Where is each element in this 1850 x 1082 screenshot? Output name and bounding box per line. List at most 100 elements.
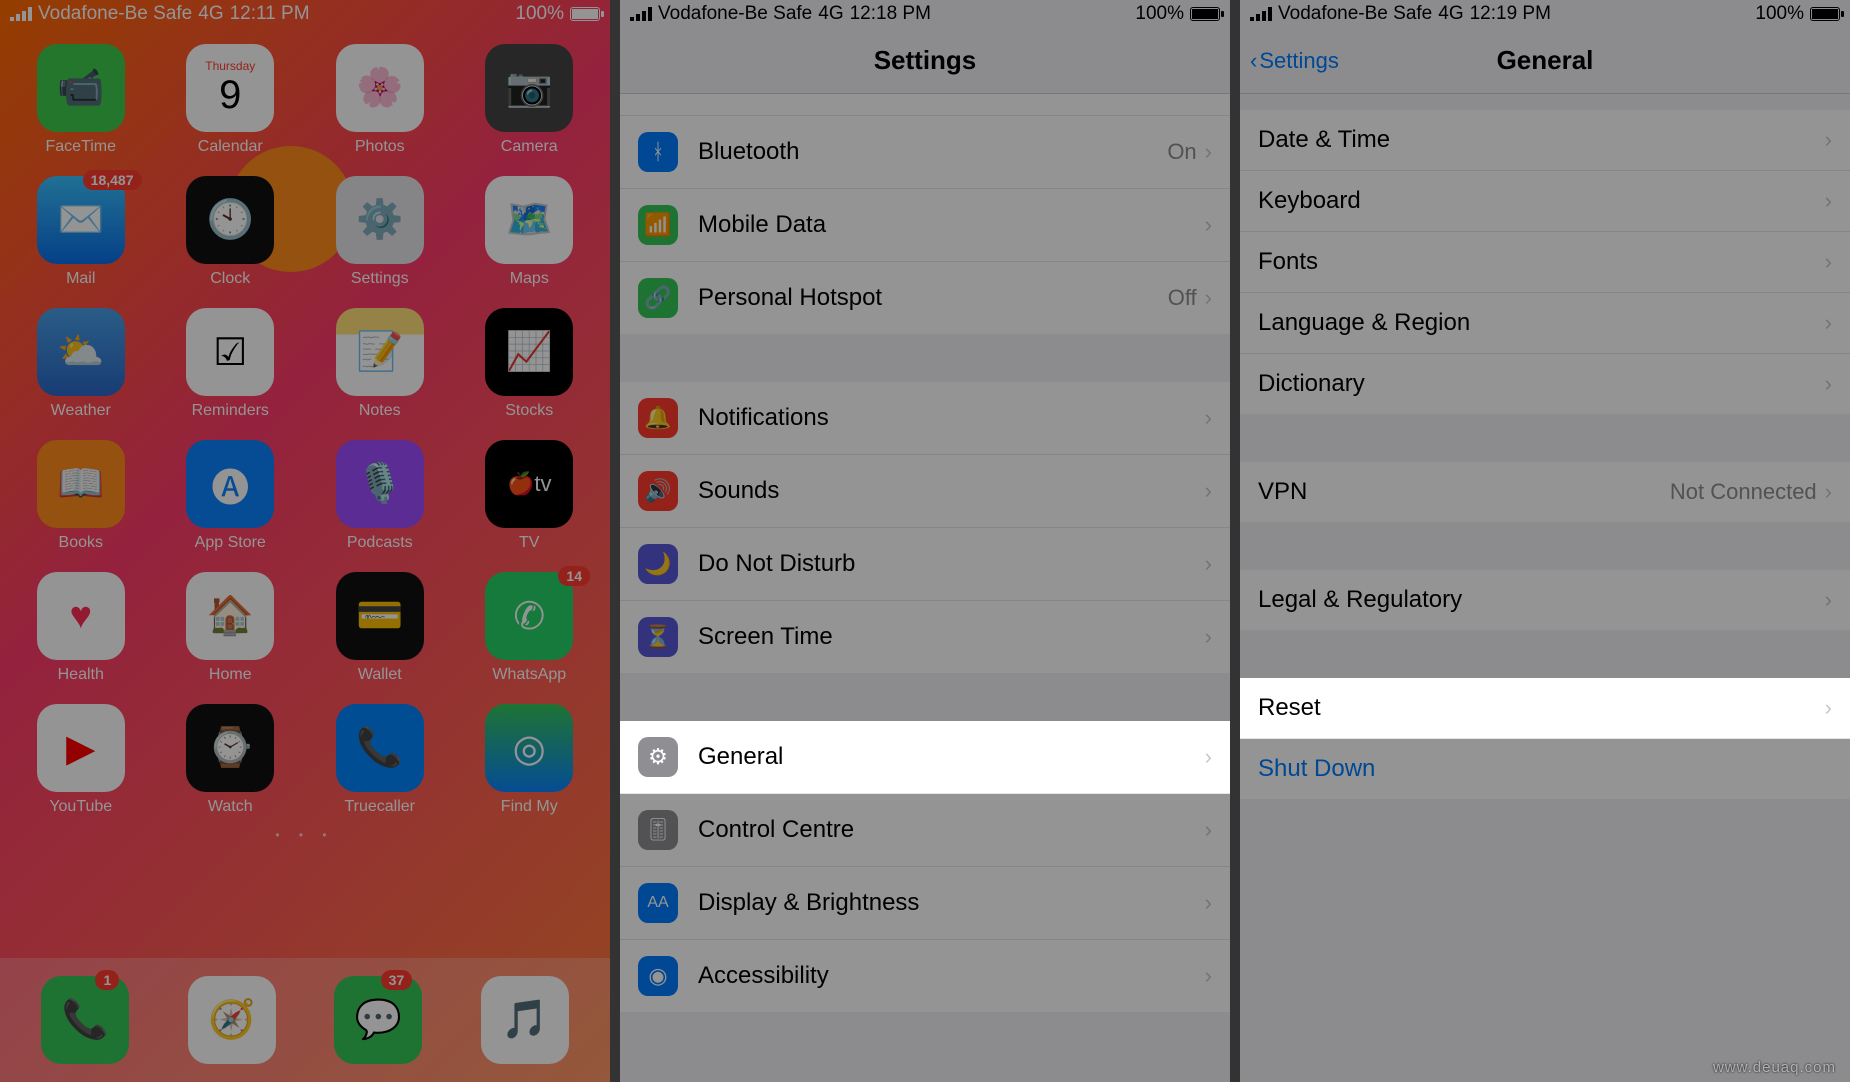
chevron-right-icon: › <box>1205 285 1212 311</box>
row-dictionary[interactable]: Dictionary› <box>1240 354 1850 414</box>
app-stocks[interactable]: 📈Stocks <box>459 308 601 420</box>
chevron-right-icon: › <box>1825 310 1832 336</box>
row-sounds[interactable]: 🔊Sounds› <box>620 455 1230 528</box>
back-button[interactable]: ‹Settings <box>1250 48 1339 74</box>
bluetooth-icon: ᚼ <box>638 132 678 172</box>
badge-mail: 18,487 <box>83 170 142 190</box>
battery-icon <box>1190 7 1220 21</box>
dock-messages[interactable]: 37💬 <box>334 976 422 1064</box>
switches-icon: 🎚 <box>638 810 678 850</box>
signal-icon <box>630 7 652 21</box>
app-settings[interactable]: ⚙️Settings <box>309 176 451 288</box>
battery-pct: 100% <box>1135 3 1184 25</box>
row-legal-regulatory[interactable]: Legal & Regulatory› <box>1240 570 1850 630</box>
battery-icon <box>570 7 600 21</box>
chevron-right-icon: › <box>1205 890 1212 916</box>
app-reminders[interactable]: ☑︎Reminders <box>160 308 302 420</box>
row-keyboard[interactable]: Keyboard› <box>1240 171 1850 232</box>
statusbar: Vodafone-Be Safe 4G 12:11 PM 100% <box>0 0 610 28</box>
row-fonts[interactable]: Fonts› <box>1240 232 1850 293</box>
app-whatsapp[interactable]: 14✆WhatsApp <box>459 572 601 684</box>
network: 4G <box>198 3 223 25</box>
app-truecaller[interactable]: 📞Truecaller <box>309 704 451 816</box>
app-appstore[interactable]: 🅐App Store <box>160 440 302 552</box>
battery-icon <box>1810 7 1840 21</box>
signal-icon <box>10 7 32 21</box>
row-accessibility[interactable]: ◉Accessibility› <box>620 940 1230 1012</box>
screen-settings: Vodafone-Be Safe 4G 12:18 PM 100% Settin… <box>620 0 1230 1082</box>
badge-phone: 1 <box>95 970 119 990</box>
app-photos[interactable]: 🌸Photos <box>309 44 451 156</box>
chevron-right-icon: › <box>1825 587 1832 613</box>
app-weather[interactable]: ⛅Weather <box>10 308 152 420</box>
row-control-centre[interactable]: 🎚Control Centre› <box>620 794 1230 867</box>
row-vpn[interactable]: VPNNot Connected› <box>1240 462 1850 522</box>
badge-whatsapp: 14 <box>558 566 590 586</box>
dock-phone[interactable]: 1📞 <box>41 976 129 1064</box>
app-watch[interactable]: ⌚Watch <box>160 704 302 816</box>
network: 4G <box>818 3 843 25</box>
clock-time: 12:18 PM <box>850 3 931 25</box>
screen-general: Vodafone-Be Safe 4G 12:19 PM 100% ‹Setti… <box>1240 0 1850 1082</box>
row-do-not-disturb[interactable]: 🌙Do Not Disturb› <box>620 528 1230 601</box>
statusbar: Vodafone-Be Safe 4G 12:19 PM 100% <box>1240 0 1850 28</box>
notifications-icon: 🔔 <box>638 398 678 438</box>
chevron-right-icon: › <box>1825 479 1832 505</box>
navbar: Settings <box>620 28 1230 94</box>
app-health[interactable]: ♥Health <box>10 572 152 684</box>
app-clock[interactable]: 🕙Clock <box>160 176 302 288</box>
gear-icon: ⚙ <box>638 737 678 777</box>
app-wallet[interactable]: 💳Wallet <box>309 572 451 684</box>
aa-icon: AA <box>638 883 678 923</box>
screen-home: Vodafone-Be Safe 4G 12:11 PM 100% 📹FaceT… <box>0 0 610 1082</box>
app-maps[interactable]: 🗺️Maps <box>459 176 601 288</box>
chevron-left-icon: ‹ <box>1250 48 1257 74</box>
battery-pct: 100% <box>515 3 564 25</box>
hourglass-icon: ⏳ <box>638 617 678 657</box>
badge-messages: 37 <box>381 970 413 990</box>
app-facetime[interactable]: 📹FaceTime <box>10 44 152 156</box>
watermark: www.deuaq.com <box>1713 1059 1836 1076</box>
row-reset[interactable]: Reset› <box>1240 678 1850 739</box>
chevron-right-icon: › <box>1205 551 1212 577</box>
accessibility-icon: ◉ <box>638 956 678 996</box>
chevron-right-icon: › <box>1205 478 1212 504</box>
network: 4G <box>1438 3 1463 25</box>
app-home[interactable]: 🏠Home <box>160 572 302 684</box>
sounds-icon: 🔊 <box>638 471 678 511</box>
chevron-right-icon: › <box>1825 188 1832 214</box>
app-mail[interactable]: 18,487✉️Mail <box>10 176 152 288</box>
row-display-brightness[interactable]: AADisplay & Brightness› <box>620 867 1230 940</box>
chevron-right-icon: › <box>1205 139 1212 165</box>
antenna-icon: 📶 <box>638 205 678 245</box>
row-mobile-data[interactable]: 📶Mobile Data› <box>620 189 1230 262</box>
chevron-right-icon: › <box>1825 371 1832 397</box>
app-notes[interactable]: 📝Notes <box>309 308 451 420</box>
app-calendar[interactable]: Thursday9Calendar <box>160 44 302 156</box>
chevron-right-icon: › <box>1205 744 1212 770</box>
app-tv[interactable]: 🍎tvTV <box>459 440 601 552</box>
app-podcasts[interactable]: 🎙️Podcasts <box>309 440 451 552</box>
app-camera[interactable]: 📷Camera <box>459 44 601 156</box>
row-bluetooth[interactable]: ᚼBluetoothOn› <box>620 116 1230 189</box>
chevron-right-icon: › <box>1205 405 1212 431</box>
carrier: Vodafone-Be Safe <box>1278 3 1432 25</box>
row-date-time[interactable]: Date & Time› <box>1240 110 1850 171</box>
dock-music[interactable]: 🎵 <box>481 976 569 1064</box>
dock-safari[interactable]: 🧭 <box>188 976 276 1064</box>
row-language-region[interactable]: Language & Region› <box>1240 293 1850 354</box>
app-findmy[interactable]: ◎Find My <box>459 704 601 816</box>
link-icon: 🔗 <box>638 278 678 318</box>
row-screen-time[interactable]: ⏳Screen Time› <box>620 601 1230 673</box>
row-shut-down[interactable]: Shut Down <box>1240 739 1850 799</box>
row-personal-hotspot[interactable]: 🔗Personal HotspotOff› <box>620 262 1230 334</box>
app-books[interactable]: 📖Books <box>10 440 152 552</box>
battery-pct: 100% <box>1755 3 1804 25</box>
chevron-right-icon: › <box>1205 963 1212 989</box>
row-notifications[interactable]: 🔔Notifications› <box>620 382 1230 455</box>
page-indicator[interactable]: • • • <box>0 828 610 842</box>
chevron-right-icon: › <box>1205 817 1212 843</box>
app-youtube[interactable]: ▶YouTube <box>10 704 152 816</box>
row-general[interactable]: ⚙General› <box>620 721 1230 794</box>
carrier: Vodafone-Be Safe <box>658 3 812 25</box>
